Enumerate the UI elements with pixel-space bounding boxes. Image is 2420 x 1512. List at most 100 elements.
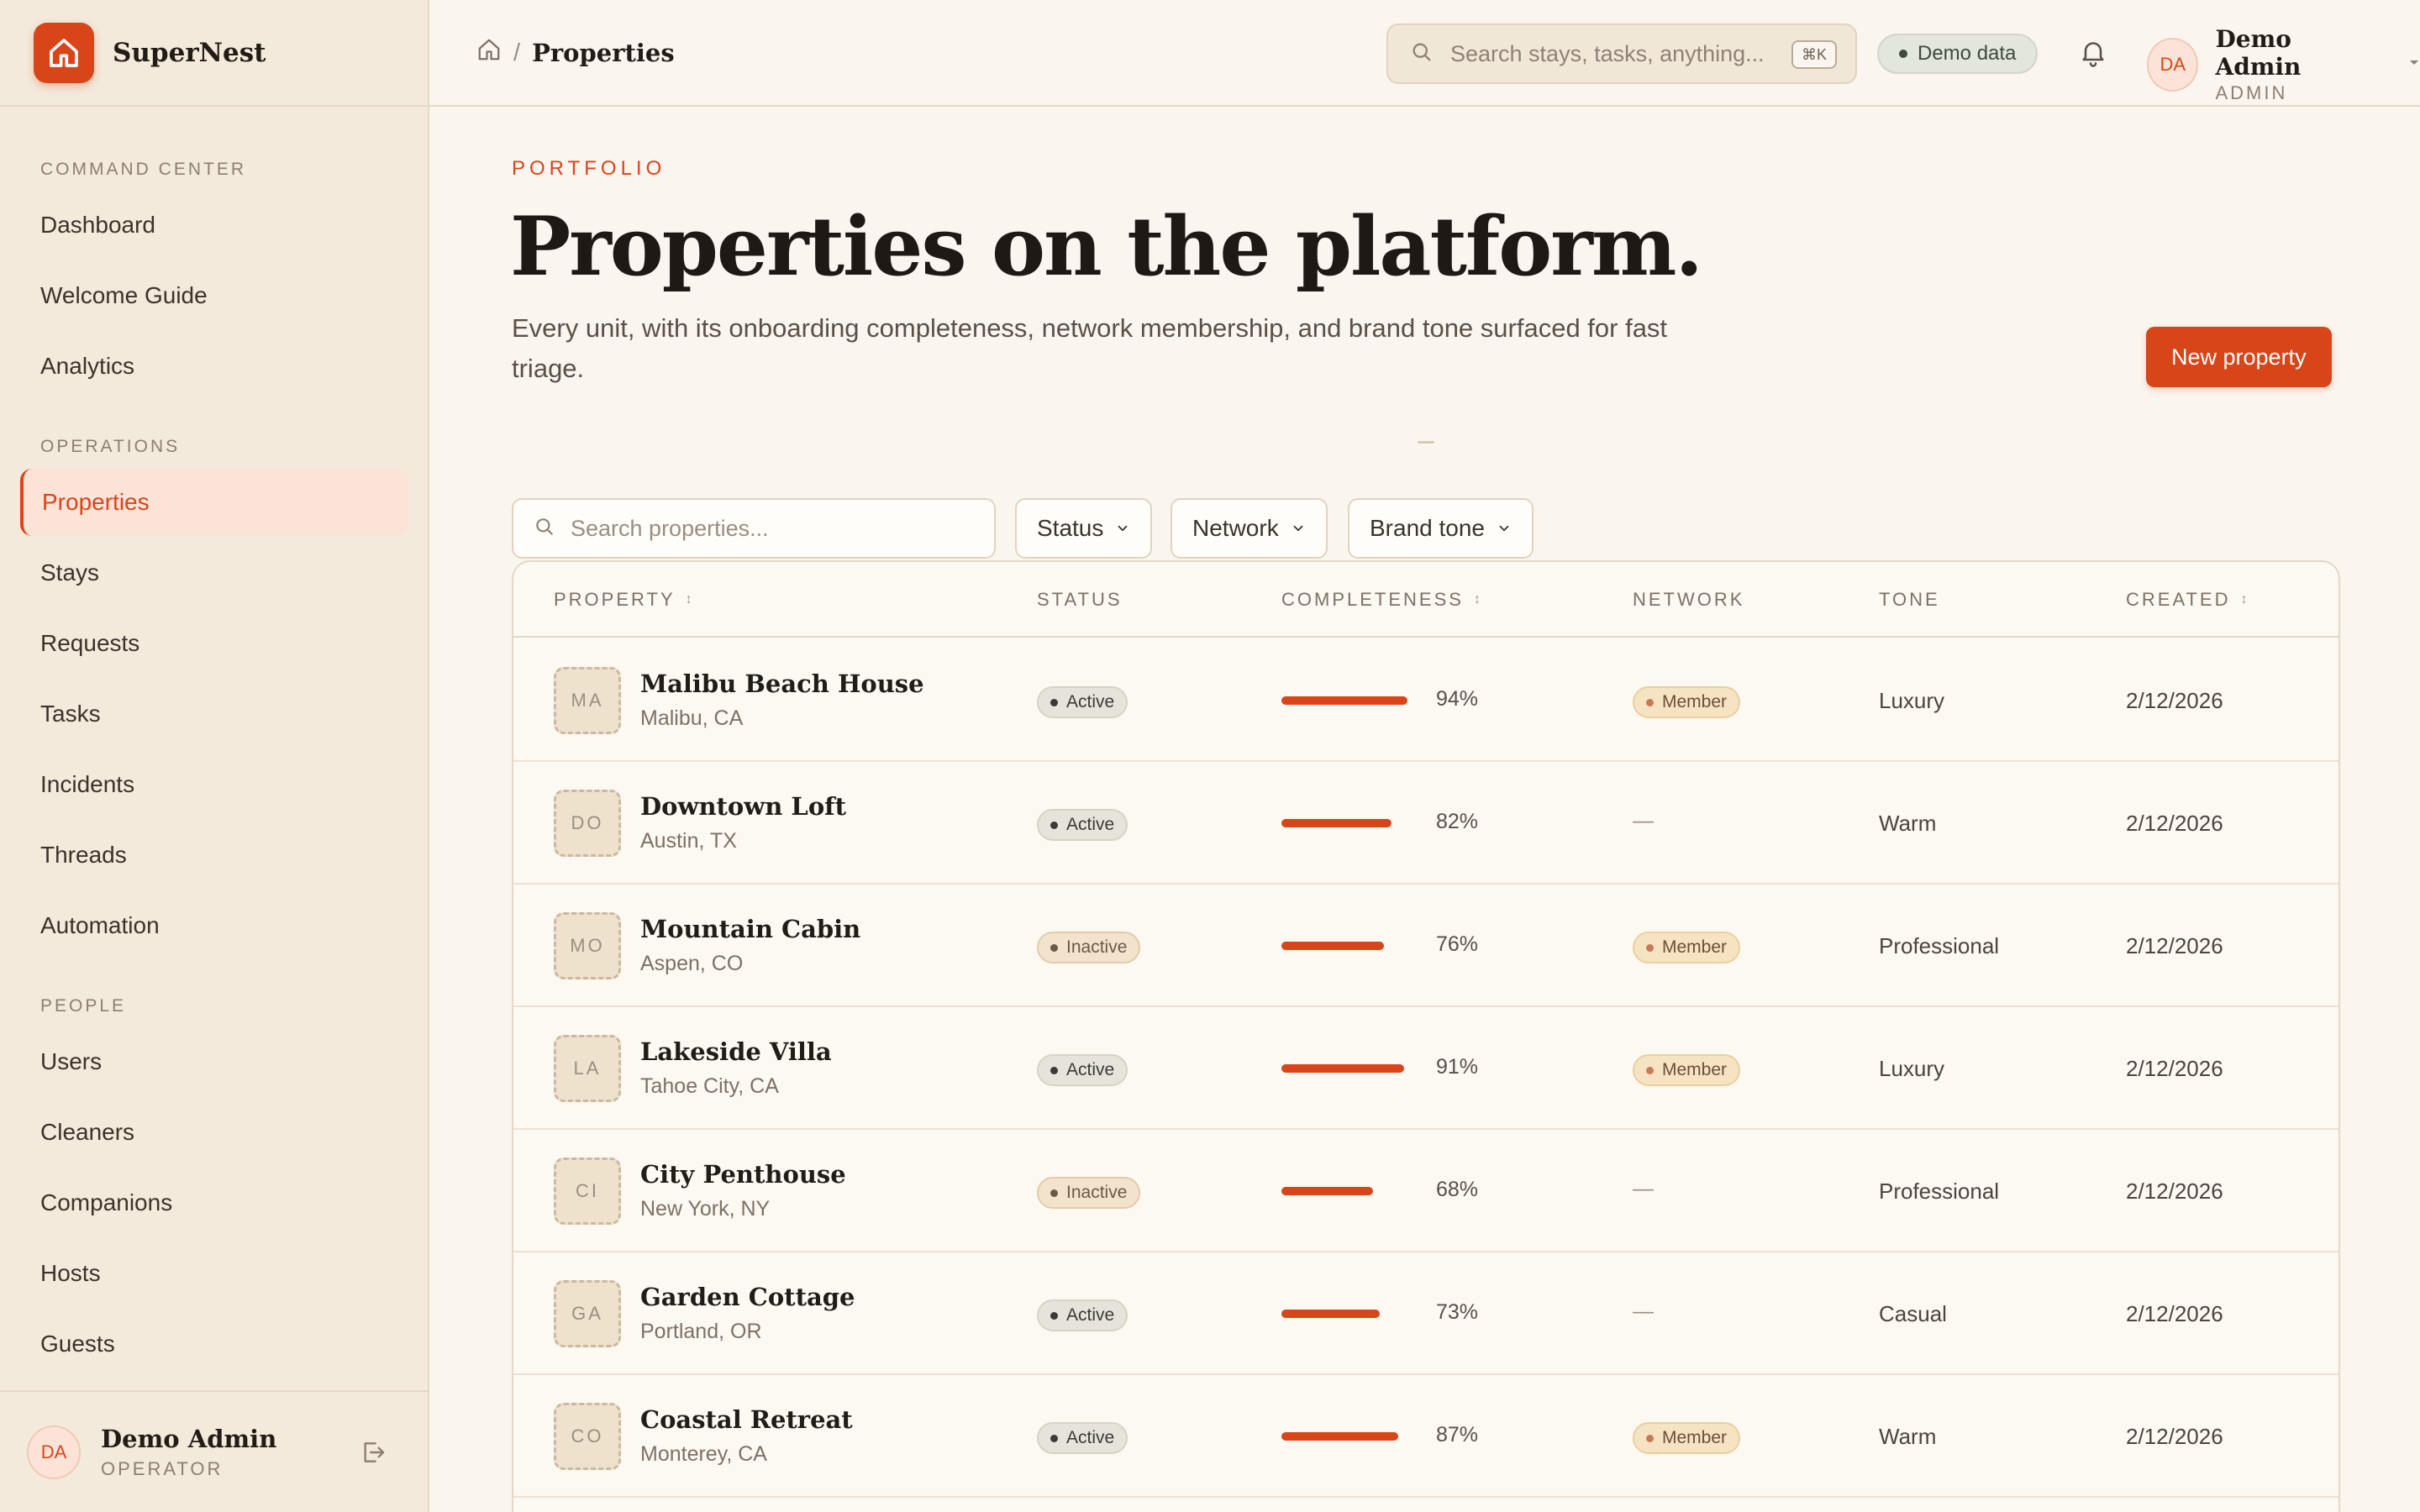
brand-tone-filter[interactable]: Brand tone xyxy=(1348,498,1534,559)
footer-user-role: OPERATOR xyxy=(101,1457,224,1479)
status-dot-icon xyxy=(1050,821,1058,829)
created-date: 2/12/2026 xyxy=(2126,1424,2223,1449)
sort-icon: ↕ xyxy=(1473,592,1483,606)
property-thumbnail: LA xyxy=(554,1035,621,1102)
avatar: DA xyxy=(27,1425,81,1479)
table-row[interactable]: DO Downtown Loft Austin, TX Active 82% — Warm 2… xyxy=(513,762,2338,885)
completeness-bar-fill xyxy=(1281,1064,1404,1073)
sidebar-item-analytics[interactable]: Analytics xyxy=(20,333,408,400)
status-badge: Inactive xyxy=(1037,932,1141,963)
property-thumbnail: CI xyxy=(554,1158,621,1225)
property-name[interactable]: Downtown Loft xyxy=(640,792,846,821)
status-label: Inactive xyxy=(1066,937,1128,957)
status-filter[interactable]: Status xyxy=(1015,498,1153,559)
brand-tone-value: Warm xyxy=(1879,1424,1937,1449)
search-icon xyxy=(1410,40,1434,68)
brand-tone-value: Luxury xyxy=(1879,1056,1945,1081)
avatar: DA xyxy=(2147,38,2199,92)
column-header-tone: TONE xyxy=(1879,589,1940,610)
completeness-bar xyxy=(1281,1432,1416,1441)
sidebar-item-requests[interactable]: Requests xyxy=(20,610,408,677)
network-label: Member xyxy=(1662,1428,1728,1447)
column-header-property[interactable]: PROPERTY ↕ xyxy=(554,589,695,611)
chevron-down-icon xyxy=(1499,525,1509,532)
sidebar-item-threads[interactable]: Threads xyxy=(20,822,408,889)
property-name[interactable]: Garden Cottage xyxy=(640,1283,855,1311)
shortcut-hint: ⌘K xyxy=(1791,40,1837,69)
user-role: ADMIN xyxy=(2215,82,2288,103)
sidebar-item-hosts[interactable]: Hosts xyxy=(20,1240,408,1307)
network-label: Member xyxy=(1662,692,1728,711)
sidebar-item-automation[interactable]: Automation xyxy=(20,892,408,959)
property-location: Malibu, CA xyxy=(640,706,744,730)
sidebar-item-companions[interactable]: Companions xyxy=(20,1169,408,1236)
sidebar-item-properties[interactable]: Properties xyxy=(20,469,408,536)
brand-tone-value: Luxury xyxy=(1879,688,1945,713)
table-row[interactable]: CO Coastal Retreat Monterey, CA Active 87% Me… xyxy=(513,1375,2338,1498)
sidebar-item-stays[interactable]: Stays xyxy=(20,539,408,606)
home-icon[interactable] xyxy=(476,37,502,69)
status-dot-icon xyxy=(1646,943,1654,952)
property-location: Monterey, CA xyxy=(640,1442,767,1466)
sidebar-item-welcome-guide[interactable]: Welcome Guide xyxy=(20,262,408,329)
table-row[interactable]: CI City Penthouse New York, NY Inactive 68% —… xyxy=(513,1130,2338,1252)
property-name[interactable]: Lakeside Villa xyxy=(640,1037,832,1066)
network-label: Member xyxy=(1662,1060,1728,1079)
sidebar-item-guests[interactable]: Guests xyxy=(20,1310,408,1378)
table-row[interactable]: MO Mountain Cabin Aspen, CO Inactive 76% Memb… xyxy=(513,885,2338,1007)
logout-icon[interactable] xyxy=(360,1439,387,1470)
completeness-bar xyxy=(1281,942,1416,950)
property-thumbnail: MA xyxy=(554,667,621,734)
property-name[interactable]: Malibu Beach House xyxy=(640,669,924,698)
sidebar-item-tasks[interactable]: Tasks xyxy=(20,680,408,748)
new-property-button[interactable]: New property xyxy=(2146,327,2332,387)
chevron-down-icon[interactable] xyxy=(2408,55,2420,71)
column-header-created[interactable]: CREATED ↕ xyxy=(2126,589,2250,611)
completeness-bar xyxy=(1281,1064,1416,1073)
sidebar: SuperNest COMMAND CENTER Dashboard Welco… xyxy=(0,0,429,1512)
search-icon xyxy=(534,516,555,542)
status-label: Active xyxy=(1066,692,1115,711)
property-search[interactable] xyxy=(512,498,996,559)
property-name[interactable]: City Penthouse xyxy=(640,1160,846,1189)
status-dot-icon xyxy=(1646,1066,1654,1074)
sidebar-item-users[interactable]: Users xyxy=(20,1028,408,1095)
completeness-bar-fill xyxy=(1281,819,1392,827)
status-filter-label: Status xyxy=(1037,515,1104,541)
column-header-completeness[interactable]: COMPLETENESS ↕ xyxy=(1281,589,1483,611)
network-badge: Member xyxy=(1633,686,1741,718)
bell-icon[interactable] xyxy=(2078,37,2108,71)
user-name: Demo Admin xyxy=(2215,25,2302,81)
sidebar-item-cleaners[interactable]: Cleaners xyxy=(20,1099,408,1166)
main-content: PORTFOLIO Properties on the platform. Ev… xyxy=(429,107,2420,1512)
brand: SuperNest xyxy=(0,0,428,107)
completeness-value: 87% xyxy=(1436,1423,1479,1446)
user-menu[interactable]: DA Demo Admin ADMIN xyxy=(2147,25,2420,104)
nav-section-operations: OPERATIONS xyxy=(40,437,181,456)
property-location: Tahoe City, CA xyxy=(640,1074,779,1098)
property-location: Austin, TX xyxy=(640,829,737,853)
table-row[interactable]: GA Garden Cottage Portland, OR Active 73% — Ca… xyxy=(513,1252,2338,1375)
sidebar-item-incidents[interactable]: Incidents xyxy=(20,751,408,818)
property-search-input[interactable] xyxy=(571,515,974,542)
demo-data-badge: Demo data xyxy=(1877,34,2039,74)
status-dot-icon xyxy=(1050,1189,1058,1197)
sidebar-item-dashboard[interactable]: Dashboard xyxy=(20,192,408,259)
brand-tone-value: Casual xyxy=(1879,1301,1947,1326)
footer-user-name: Demo Admin xyxy=(101,1424,277,1453)
completeness-value: 73% xyxy=(1436,1300,1479,1324)
completeness-bar-fill xyxy=(1281,1432,1399,1441)
global-search[interactable]: ⌘K xyxy=(1386,24,1857,84)
property-name[interactable]: Coastal Retreat xyxy=(640,1405,853,1434)
status-dot-icon xyxy=(1646,698,1654,706)
divider xyxy=(1418,441,1434,444)
table-row[interactable]: LA Lakeside Villa Tahoe City, CA Active 91% M… xyxy=(513,1007,2338,1130)
property-name[interactable]: Mountain Cabin xyxy=(640,915,860,943)
breadcrumb-current: Properties xyxy=(532,39,675,67)
table-row[interactable]: MA Malibu Beach House Malibu, CA Active 94% M… xyxy=(513,639,2338,762)
properties-table: PROPERTY ↕ STATUS COMPLETENESS ↕ NETWORK T… xyxy=(512,560,2340,1512)
status-dot-icon xyxy=(1646,1434,1654,1442)
global-search-input[interactable] xyxy=(1450,40,1770,67)
network-filter[interactable]: Network xyxy=(1171,498,1328,559)
home-icon[interactable] xyxy=(34,22,94,83)
